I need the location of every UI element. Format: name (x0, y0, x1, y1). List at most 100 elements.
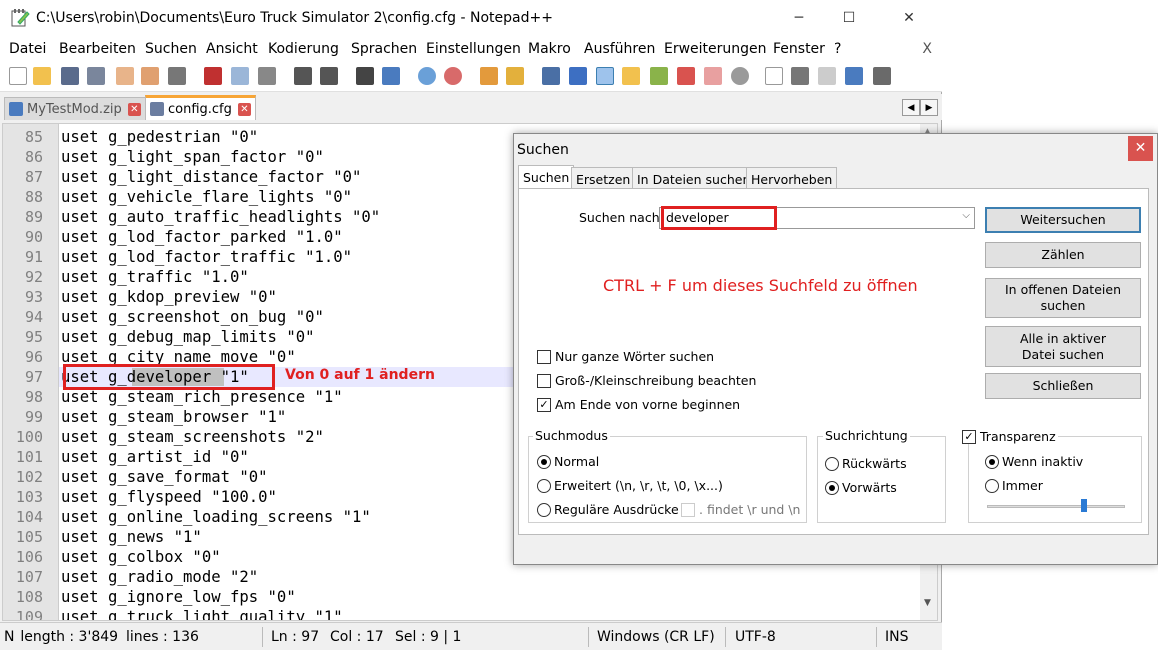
code-line[interactable]: uset g_news "1" (61, 527, 202, 547)
close-file-icon[interactable] (116, 67, 134, 85)
find-all-open-docs-button[interactable]: In offenen Dateien suchen (985, 278, 1141, 318)
chevron-down-icon[interactable]: ⌵ (962, 210, 970, 221)
code-line[interactable]: uset g_vehicle_flare_lights "0" (61, 187, 352, 207)
code-line[interactable]: uset g_lod_factor_parked "1.0" (61, 227, 343, 247)
menu-bearbeiten[interactable]: Bearbeiten (59, 41, 136, 57)
play-macro-icon[interactable] (818, 67, 836, 85)
record-macro-icon[interactable] (765, 67, 783, 85)
find-icon[interactable] (356, 67, 374, 85)
dot-matches-newline-checkbox[interactable]: . findet \r und \n (681, 502, 800, 517)
folder-workspace-icon[interactable] (704, 67, 722, 85)
indent-guide-icon[interactable] (596, 67, 614, 85)
redo-icon[interactable] (320, 67, 338, 85)
show-all-chars-icon[interactable] (569, 67, 587, 85)
code-line[interactable]: uset g_steam_browser "1" (61, 407, 286, 427)
save-macro-icon[interactable] (873, 67, 891, 85)
replace-icon[interactable] (382, 67, 400, 85)
code-line[interactable]: uset g_light_span_factor "0" (61, 147, 324, 167)
print-icon[interactable] (168, 67, 186, 85)
code-line[interactable]: uset g_lod_factor_traffic "1.0" (61, 247, 352, 267)
menu-erweiterungen[interactable]: Erweiterungen (664, 41, 767, 57)
menu-ausfuehren[interactable]: Ausführen (584, 41, 655, 57)
mode-regex-radio[interactable]: Reguläre Ausdrücke (537, 502, 679, 517)
user-language-icon[interactable] (622, 67, 640, 85)
close-document-x[interactable]: X (922, 41, 932, 57)
tab-ersetzen[interactable]: Ersetzen (571, 167, 636, 189)
code-line[interactable]: uset g_auto_traffic_headlights "0" (61, 207, 380, 227)
code-line[interactable]: uset g_ignore_low_fps "0" (61, 587, 296, 607)
save-all-icon[interactable] (87, 67, 105, 85)
menu-fenster[interactable]: Fenster (773, 41, 825, 57)
undo-icon[interactable] (294, 67, 312, 85)
code-line[interactable]: uset g_pedestrian "0" (61, 127, 258, 147)
code-line[interactable]: uset g_light_distance_factor "0" (61, 167, 361, 187)
check-mark-icon[interactable]: ✓ (962, 429, 976, 444)
tab-in-dateien-suchen[interactable]: In Dateien suchen (632, 167, 756, 189)
menu-makro[interactable]: Makro (528, 41, 571, 57)
code-line[interactable]: uset g_flyspeed "100.0" (61, 487, 277, 507)
tab-mytestmod[interactable]: MyTestMod.zip ✕ (4, 97, 146, 120)
menu-ansicht[interactable]: Ansicht (206, 41, 258, 57)
transparency-when-inactive-radio[interactable]: Wenn inaktiv (985, 454, 1083, 469)
checkbox-box[interactable] (537, 373, 551, 388)
close-button[interactable]: Schließen (985, 373, 1141, 399)
code-line[interactable]: uset g_colbox "0" (61, 547, 221, 567)
tab-hervorheben[interactable]: Hervorheben (746, 167, 838, 189)
cut-icon[interactable] (204, 67, 222, 85)
save-icon[interactable] (61, 67, 79, 85)
radio-dot[interactable] (985, 478, 999, 493)
copy-icon[interactable] (231, 67, 249, 85)
radio-dot[interactable] (825, 480, 839, 495)
code-line[interactable]: uset g_radio_mode "2" (61, 567, 258, 587)
transparency-slider-thumb[interactable] (1080, 499, 1087, 512)
transparency-always-radio[interactable]: Immer (985, 478, 1043, 493)
stop-record-icon[interactable] (791, 67, 809, 85)
tab-close-icon[interactable]: ✕ (237, 102, 251, 116)
open-file-icon[interactable] (33, 67, 51, 85)
radio-dot[interactable] (537, 454, 551, 469)
radio-dot[interactable] (537, 502, 551, 517)
function-list-icon[interactable] (677, 67, 695, 85)
zoom-out-icon[interactable] (444, 67, 462, 85)
radio-dot[interactable] (985, 454, 999, 469)
tab-close-icon[interactable]: ✕ (127, 102, 141, 116)
tab-scroll-right-icon[interactable]: ▶ (920, 99, 938, 116)
code-line[interactable]: uset g_artist_id "0" (61, 447, 249, 467)
code-line[interactable]: uset g_screenshot_on_bug "0" (61, 307, 324, 327)
code-line[interactable]: uset g_debug_map_limits "0" (61, 327, 314, 347)
radio-dot[interactable] (825, 456, 839, 471)
new-file-icon[interactable] (9, 67, 27, 85)
sync-horizontal-icon[interactable] (506, 67, 524, 85)
code-line[interactable]: uset g_online_loading_screens "1" (61, 507, 371, 527)
tab-scroll-left-icon[interactable]: ◀ (902, 99, 920, 116)
radio-dot[interactable] (537, 478, 551, 493)
scroll-down-icon[interactable]: ▼ (924, 598, 931, 608)
code-line[interactable]: uset g_traffic "1.0" (61, 267, 249, 287)
menu-datei[interactable]: Datei (9, 41, 46, 57)
whole-word-checkbox[interactable]: Nur ganze Wörter suchen (537, 349, 714, 364)
mode-normal-radio[interactable]: Normal (537, 454, 599, 469)
tab-config-cfg[interactable]: config.cfg ✕ (145, 95, 256, 120)
transparency-checkbox[interactable]: ✓ Transparenz (962, 429, 1058, 444)
checkbox-box[interactable] (537, 349, 551, 364)
menu-suchen[interactable]: Suchen (145, 41, 197, 57)
count-button[interactable]: Zählen (985, 242, 1141, 268)
code-line[interactable]: uset g_steam_rich_presence "1" (61, 387, 343, 407)
menu-help[interactable]: ? (834, 41, 841, 57)
word-wrap-icon[interactable] (542, 67, 560, 85)
code-line[interactable]: uset g_truck_light_quality "1" (61, 607, 343, 620)
monitoring-eye-icon[interactable] (731, 67, 749, 85)
menu-sprachen[interactable]: Sprachen (351, 41, 417, 57)
code-line[interactable]: uset g_save_format "0" (61, 467, 268, 487)
code-line[interactable]: uset g_steam_screenshots "2" (61, 427, 324, 447)
tab-suchen[interactable]: Suchen (518, 165, 575, 189)
find-all-current-doc-button[interactable]: Alle in aktiver Datei suchen (985, 326, 1141, 367)
find-next-button[interactable]: Weitersuchen (985, 207, 1141, 233)
paste-icon[interactable] (258, 67, 276, 85)
menu-kodierung[interactable]: Kodierung (268, 41, 339, 57)
checkbox-box[interactable] (681, 502, 695, 517)
close-all-icon[interactable] (141, 67, 159, 85)
wrap-around-checkbox[interactable]: ✓ Am Ende von vorne beginnen (537, 397, 740, 412)
minimize-button[interactable]: ─ (776, 0, 822, 36)
direction-backward-radio[interactable]: Rückwärts (825, 456, 907, 471)
